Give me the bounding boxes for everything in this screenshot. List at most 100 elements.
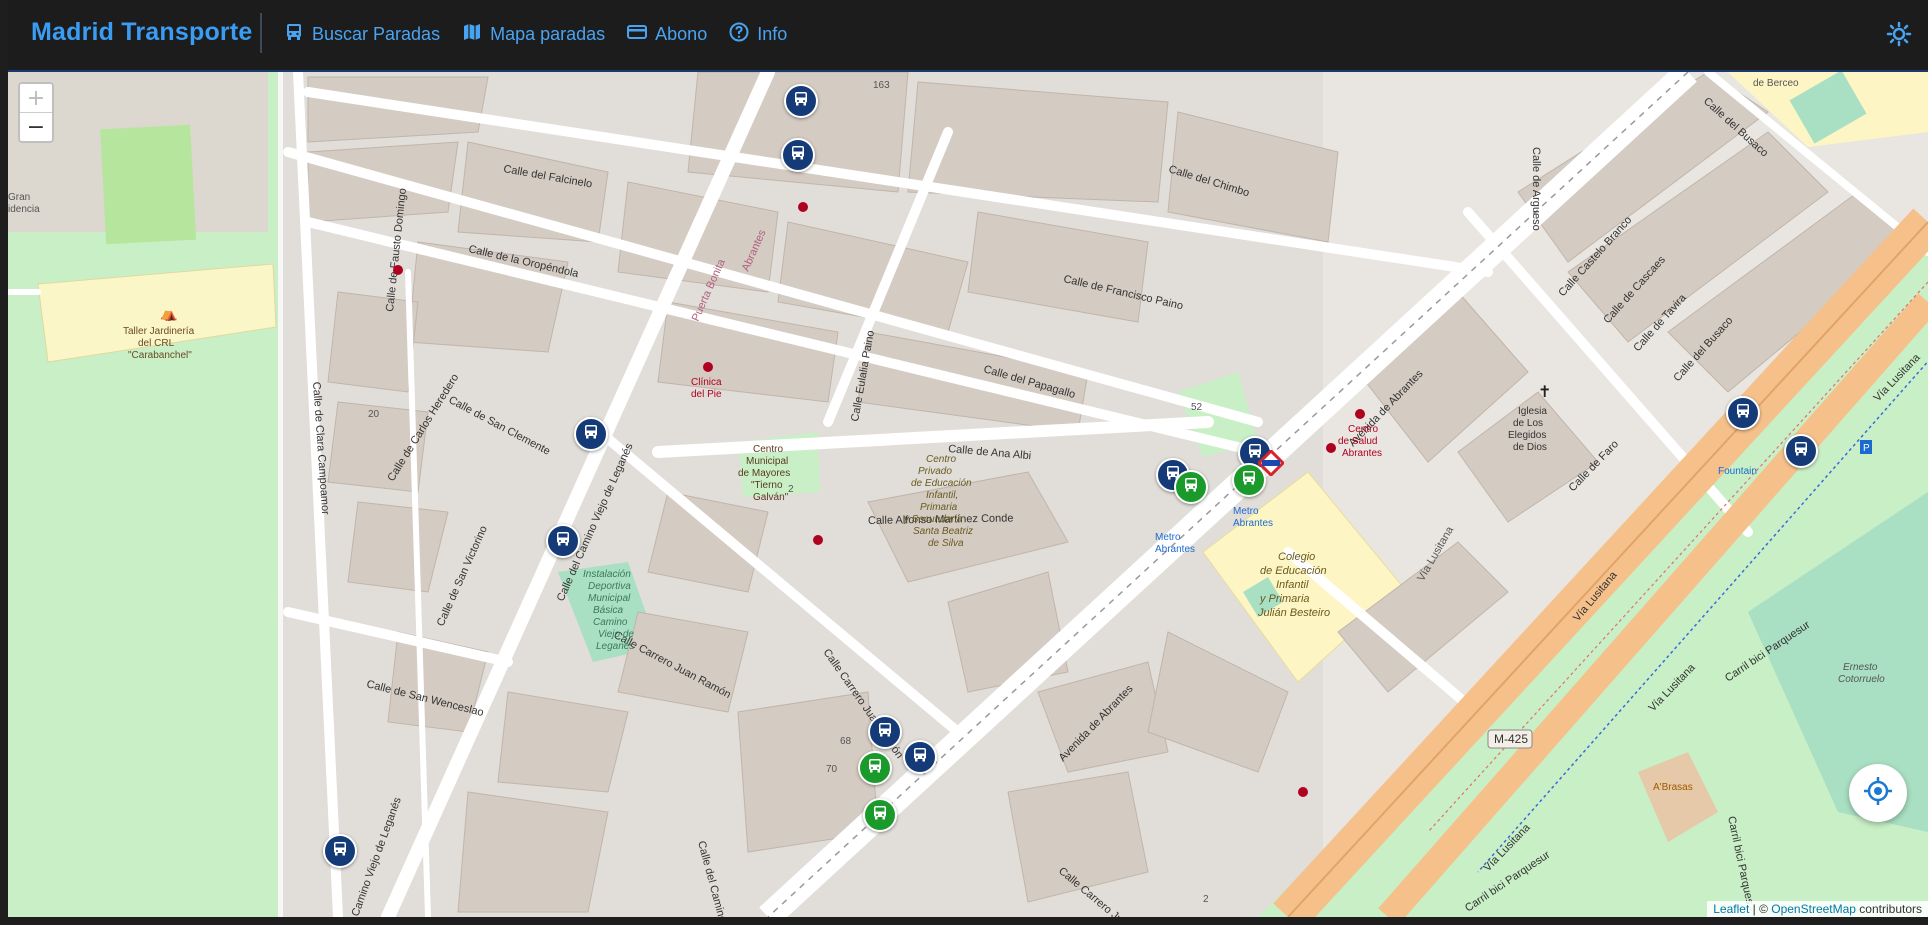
svg-text:Leganés: Leganés [596,641,634,652]
bus-stop-marker[interactable] [781,138,815,172]
svg-text:y Primaria: y Primaria [1259,593,1310,605]
locate-me-button[interactable] [1849,764,1907,822]
svg-text:Camino: Camino [593,617,628,628]
svg-text:Infantil,: Infantil, [926,490,958,501]
svg-text:A'Brasas: A'Brasas [1653,782,1693,793]
nav-info[interactable]: Info [729,22,787,47]
svg-text:20: 20 [368,409,380,420]
svg-text:Gran: Gran [8,192,30,203]
svg-text:Metro: Metro [1155,532,1181,543]
crosshair-icon [1863,776,1893,811]
svg-text:70: 70 [826,764,838,775]
svg-text:del Pie: del Pie [691,389,722,400]
nav-label: Mapa paradas [490,24,606,44]
svg-text:de Salud: de Salud [1338,436,1377,447]
bus-stop-marker[interactable] [784,84,818,118]
nav-label: Info [757,24,788,44]
svg-text:Galván": Galván" [753,492,789,503]
svg-text:Julián Besteiro: Julián Besteiro [1257,607,1330,619]
svg-text:de Mayores: de Mayores [738,468,790,479]
svg-text:P: P [1863,443,1870,454]
bus-stop-marker[interactable] [868,715,902,749]
bus-stop-marker[interactable] [546,524,580,558]
bus-icon [582,423,600,446]
nav-divider [260,13,262,53]
svg-text:Municipal: Municipal [588,593,631,604]
interurban-stop-marker[interactable] [858,751,892,785]
svg-text:de Educación: de Educación [911,478,972,489]
svg-text:Abrantes: Abrantes [1342,448,1382,459]
bus-icon [1240,469,1258,492]
svg-text:Centro: Centro [1348,424,1378,435]
svg-text:Viejo de: Viejo de [598,629,634,640]
zoom-control: + − [18,82,54,143]
svg-text:Cotorruelo: Cotorruelo [1838,674,1885,685]
svg-text:Clínica: Clínica [691,377,722,388]
bus-stop-marker[interactable] [574,417,608,451]
svg-text:de Educación: de Educación [1260,565,1327,577]
bus-icon [331,840,349,863]
map-base: Calle del Falcinelo Calle del Chimbo Cal… [8,72,1928,917]
svg-text:del CRL: del CRL [138,338,175,349]
svg-text:Iglesia: Iglesia [1518,406,1547,417]
svg-text:Privado: Privado [918,466,952,477]
svg-text:"Carabanchel": "Carabanchel" [128,350,192,361]
svg-text:de Berceo: de Berceo [1753,78,1799,89]
svg-text:Centro: Centro [926,454,956,465]
bus-stop-marker[interactable] [903,740,937,774]
svg-text:Infantil: Infantil [1276,579,1309,591]
map-icon [462,22,482,47]
bus-icon [871,804,889,827]
svg-text:Abrantes: Abrantes [1233,518,1273,529]
zoom-in-button[interactable]: + [20,84,52,112]
bus-stop-marker[interactable] [1726,396,1760,430]
svg-text:2: 2 [788,484,794,495]
bus-icon [789,144,807,167]
svg-text:✝: ✝ [1538,384,1551,401]
bus-icon [1734,402,1752,425]
svg-text:⛺: ⛺ [160,305,177,322]
svg-text:163: 163 [873,80,890,91]
metro-station-icon[interactable] [1256,448,1286,478]
bus-icon [792,90,810,113]
interurban-stop-marker[interactable] [863,798,897,832]
svg-text:Deportiva: Deportiva [588,581,631,592]
svg-text:Calle de Argueso: Calle de Argueso [1530,147,1542,231]
svg-text:52: 52 [1191,402,1203,413]
svg-text:Básica: Básica [593,605,623,616]
svg-text:Santa Beatriz: Santa Beatriz [913,526,973,537]
map-attribution: Leaflet | © OpenStreetMap contributors [1707,901,1928,917]
nav-mapa-paradas[interactable]: Mapa paradas [462,22,605,47]
svg-text:Instalación: Instalación [583,569,631,580]
app-title[interactable]: Madrid Transporte [31,18,253,47]
bus-stop-marker[interactable] [1784,434,1818,468]
svg-text:y Secundaria: y Secundaria [903,514,963,525]
card-icon [627,22,648,47]
bus-stop-marker[interactable] [323,834,357,868]
svg-text:de Dios: de Dios [1513,442,1547,453]
bus-icon [1792,440,1810,463]
theme-toggle-button[interactable] [1886,21,1912,47]
attribution-suffix: contributors [1855,902,1922,916]
svg-text:M-425: M-425 [1494,732,1528,746]
svg-text:68: 68 [840,736,852,747]
bus-icon [866,757,884,780]
question-icon [729,22,749,47]
svg-text:de Los: de Los [1513,418,1543,429]
svg-text:Ernesto: Ernesto [1843,662,1878,673]
osm-link[interactable]: OpenStreetMap [1771,902,1856,916]
svg-text:2: 2 [1203,894,1209,905]
zoom-out-button[interactable]: − [20,112,52,141]
svg-text:Municipal: Municipal [746,456,788,467]
map-view[interactable]: Calle del Falcinelo Calle del Chimbo Cal… [8,72,1928,917]
sun-icon [1886,21,1912,51]
top-navbar: Madrid Transporte Buscar Paradas Mapa pa… [8,0,1928,72]
interurban-stop-marker[interactable] [1174,470,1208,504]
nav-label: Buscar Paradas [312,24,441,44]
svg-text:Elegidos: Elegidos [1508,430,1546,441]
svg-text:Fountain: Fountain [1718,466,1757,477]
nav-abono[interactable]: Abono [627,22,707,47]
nav-buscar-paradas[interactable]: Buscar Paradas [284,22,440,47]
leaflet-link[interactable]: Leaflet [1713,902,1749,916]
svg-text:Colegio: Colegio [1278,551,1315,563]
